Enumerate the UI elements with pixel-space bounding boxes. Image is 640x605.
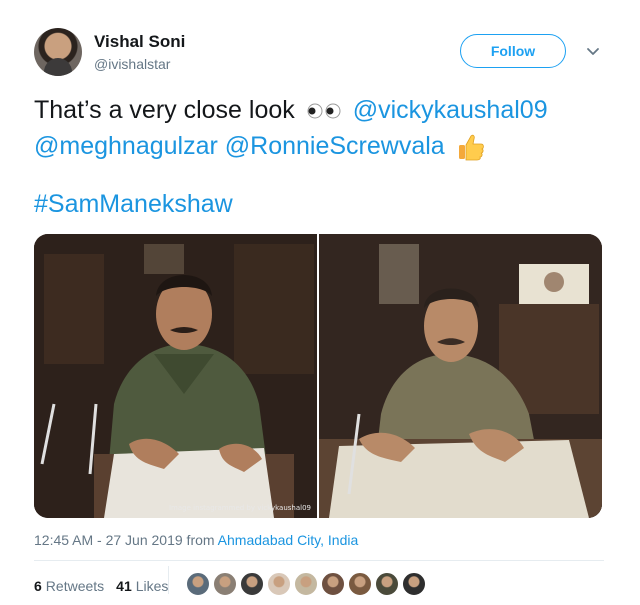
mention-link[interactable]: @RonnieScrewvala (225, 132, 445, 160)
avatar[interactable] (34, 28, 82, 76)
mention-link[interactable]: @vickykaushal09 (353, 96, 548, 124)
image-watermark: Image instagrammed by vickykaushal09 (168, 504, 311, 512)
tweet-stats: 6 Retweets 41 Likes (34, 578, 180, 594)
place-link[interactable]: Ahmadabad City, India (218, 532, 359, 548)
likes-label: Likes (135, 578, 169, 594)
photo-right-illustration (319, 234, 602, 518)
tweet-text-body: That’s a very close look (34, 96, 295, 124)
hashtag-link[interactable]: #SamManekshaw (34, 190, 233, 218)
likes-stat[interactable]: 41 Likes (116, 578, 168, 594)
chevron-down-icon[interactable] (584, 42, 602, 60)
liker-avatar[interactable] (240, 572, 264, 596)
tweet-meta: 12:45 AM - 27 Jun 2019 from Ahmadabad Ci… (34, 532, 358, 548)
liker-avatar[interactable] (294, 572, 318, 596)
tweet-media[interactable]: Image instagrammed by vickykaushal09 (34, 234, 602, 518)
likes-count: 41 (116, 578, 132, 594)
thumbs-up-icon (458, 135, 484, 161)
photo-right[interactable] (319, 234, 602, 518)
liker-avatar[interactable] (213, 572, 237, 596)
divider (34, 560, 604, 561)
stats-separator (168, 566, 169, 594)
retweets-stat[interactable]: 6 Retweets (34, 578, 104, 594)
tweet-line-1: That’s a very close look @vickykaushal09 (34, 92, 614, 128)
liker-avatar[interactable] (267, 572, 291, 596)
follow-button[interactable]: Follow (460, 34, 566, 68)
liker-avatar[interactable] (348, 572, 372, 596)
photo-left[interactable]: Image instagrammed by vickykaushal09 (34, 234, 317, 518)
tweet-line-3: #SamManekshaw (34, 186, 614, 222)
timestamp[interactable]: 12:45 AM - 27 Jun 2019 from (34, 532, 218, 548)
retweets-label: Retweets (45, 578, 105, 594)
mention-link[interactable]: @meghnagulzar (34, 132, 218, 160)
author-name[interactable]: Vishal Soni (94, 32, 185, 52)
retweets-count: 6 (34, 578, 42, 594)
liker-avatars (186, 572, 429, 596)
tweet-text: That’s a very close look @vickykaushal09… (34, 92, 614, 222)
liker-avatar[interactable] (402, 572, 426, 596)
tweet-header: Vishal Soni @ivishalstar Follow (34, 28, 606, 80)
tweet-line-2: @meghnagulzar @RonnieScrewvala (34, 128, 614, 164)
liker-avatar[interactable] (321, 572, 345, 596)
author-handle[interactable]: @ivishalstar (94, 56, 170, 72)
liker-avatar[interactable] (186, 572, 210, 596)
liker-avatar[interactable] (375, 572, 399, 596)
photo-left-illustration (34, 234, 317, 518)
eyes-icon (307, 103, 341, 119)
